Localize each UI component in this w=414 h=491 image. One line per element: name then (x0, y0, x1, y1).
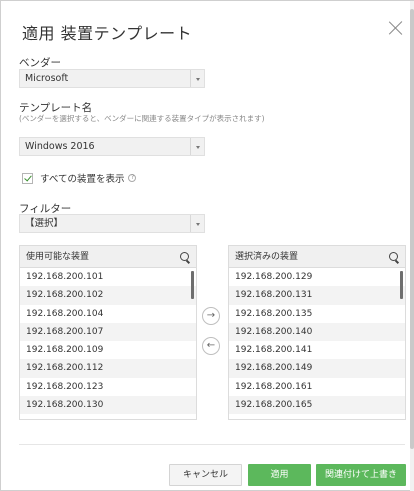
list-item[interactable]: 192.168.200.141 (229, 341, 405, 359)
footer-divider (19, 444, 405, 445)
move-left-arrow-icon[interactable]: ← (202, 337, 220, 355)
dialog-scrollbar[interactable] (410, 1, 414, 491)
list-item[interactable]: 192.168.200.161 (229, 378, 405, 396)
dialog-scrollbar-thumb[interactable] (410, 9, 414, 449)
apply-button[interactable]: 適用 (248, 464, 311, 486)
chevron-down-icon (190, 70, 204, 87)
vendor-label: ベンダー (19, 57, 61, 69)
filter-select[interactable]: 【選択】 (19, 214, 205, 233)
show-all-devices-row: すべての装置を表示 ? (22, 171, 137, 185)
selected-devices-title: 選択済みの装置 (235, 252, 299, 262)
list-item[interactable]: 192.168.200.135 (229, 305, 405, 323)
available-devices-header: 使用可能な装置 (20, 246, 196, 268)
search-icon[interactable] (389, 252, 398, 261)
template-hint: (ベンダーを選択すると、ベンダーに関連する装置タイプが表示されます) (19, 114, 265, 123)
list-item[interactable]: 192.168.200.129 (229, 268, 405, 286)
selected-list-scrollbar[interactable] (400, 271, 403, 299)
available-list-scrollbar[interactable] (191, 271, 194, 299)
apply-device-template-dialog: 適用 装置テンプレート ベンダー Microsoft テンプレート名 (ベンダー… (0, 0, 414, 491)
template-select-value: Windows 2016 (25, 141, 95, 152)
vendor-select-value: Microsoft (25, 73, 69, 84)
cancel-button[interactable]: キャンセル (169, 464, 242, 486)
help-icon[interactable]: ? (128, 174, 137, 182)
available-devices-panel: 使用可能な装置 192.168.200.101 192.168.200.102 … (19, 245, 197, 420)
chevron-down-icon (190, 138, 204, 155)
show-all-devices-checkbox[interactable] (22, 172, 33, 184)
chevron-down-icon (190, 215, 204, 232)
search-icon[interactable] (180, 252, 189, 261)
list-item[interactable]: 192.168.200.140 (229, 322, 405, 342)
list-item[interactable]: 192.168.200.109 (20, 341, 196, 359)
associate-overwrite-button[interactable]: 関連付けて上書き (316, 464, 406, 486)
list-item[interactable]: 192.168.200.131 (229, 286, 405, 305)
move-right-arrow-icon[interactable]: → (202, 307, 220, 325)
list-item[interactable]: 192.168.200.149 (229, 359, 405, 378)
list-item[interactable]: 192.168.200.101 (20, 268, 196, 286)
list-item[interactable]: 192.168.200.123 (20, 378, 196, 396)
list-item[interactable]: 192.168.200.102 (20, 286, 196, 305)
list-item[interactable]: 192.168.200.112 (20, 359, 196, 378)
close-icon[interactable] (389, 21, 403, 35)
dialog-title: 適用 装置テンプレート (22, 24, 193, 43)
list-item[interactable]: 192.168.200.104 (20, 305, 196, 323)
available-devices-title: 使用可能な装置 (26, 252, 90, 262)
vendor-select[interactable]: Microsoft (19, 69, 205, 88)
show-all-devices-label: すべての装置を表示 (40, 174, 125, 185)
list-item[interactable]: 192.168.200.107 (20, 322, 196, 342)
list-item[interactable]: 192.168.200.165 (229, 396, 405, 415)
template-label: テンプレート名 (19, 102, 93, 114)
template-select[interactable]: Windows 2016 (19, 137, 205, 156)
selected-devices-panel: 選択済みの装置 192.168.200.129 192.168.200.131 … (228, 245, 406, 420)
filter-select-value: 【選択】 (25, 218, 64, 229)
selected-devices-header: 選択済みの装置 (229, 246, 405, 268)
list-item[interactable]: 192.168.200.130 (20, 396, 196, 415)
